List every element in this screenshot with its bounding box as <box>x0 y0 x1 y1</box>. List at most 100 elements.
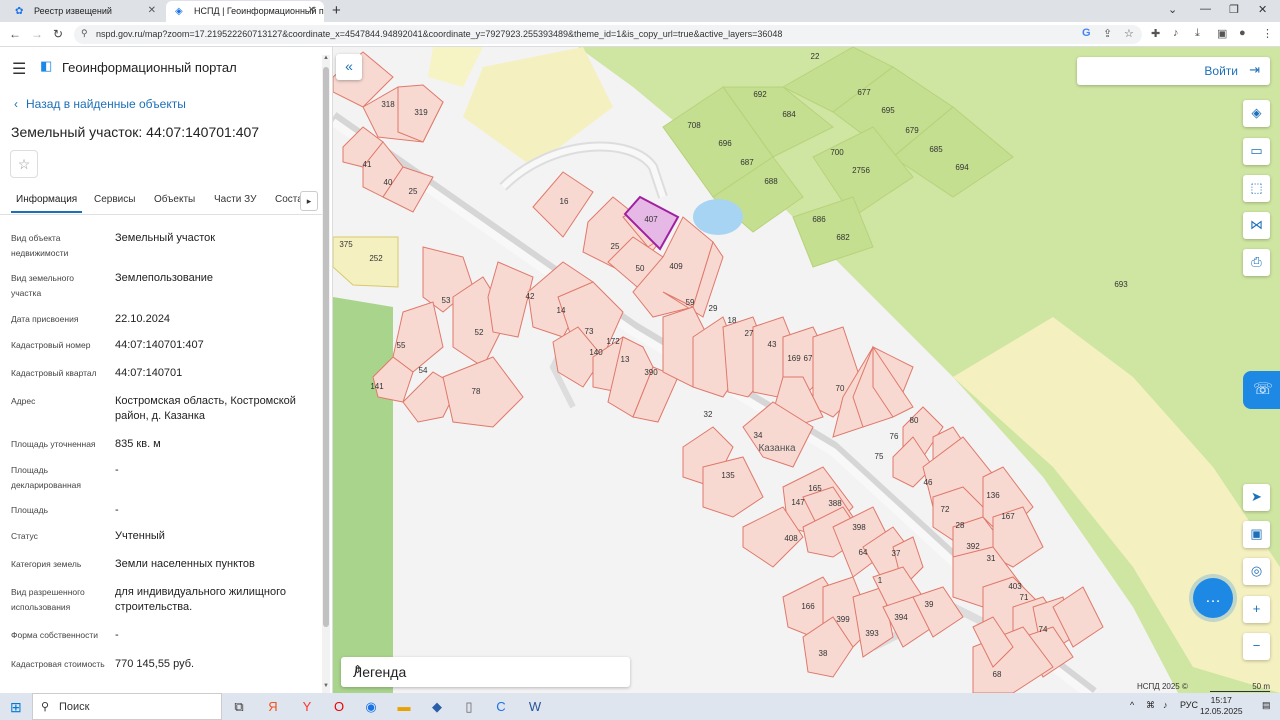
app-icon[interactable]: ◆ <box>428 698 446 716</box>
parcel-label: 692 <box>753 90 767 99</box>
media-icon[interactable]: ♪ <box>1173 27 1179 39</box>
tab-search-icon[interactable]: ⌄ <box>1168 3 1177 16</box>
tabs-next-arrow-icon[interactable]: ▸ <box>300 191 318 211</box>
google-icon[interactable]: G <box>1082 27 1091 39</box>
property-value: Земли населенных пунктов <box>115 558 255 570</box>
map-svg[interactable]: 318 319 41 40 25 16 407 25 50 409 375 252 42 14 53 52 73… <box>333 47 1280 693</box>
login-icon: ⇥ <box>1249 62 1260 77</box>
minimap-icon[interactable]: ▣ <box>1243 521 1270 548</box>
scroll-thumb[interactable] <box>323 67 329 627</box>
task-view-icon[interactable]: ⧉ <box>230 698 248 716</box>
locate-icon[interactable]: ◎ <box>1243 558 1270 585</box>
yandex-icon[interactable]: Я <box>264 698 282 716</box>
updown-chevron-icon: ⇕ <box>353 664 363 676</box>
login-button[interactable]: Войти ⇥ <box>1077 57 1270 85</box>
parcel-label: 167 <box>1001 512 1015 521</box>
back-arrow-icon[interactable]: ← <box>9 27 21 41</box>
panel-scrollbar[interactable]: ▲ ▼ <box>322 55 330 693</box>
network-icon[interactable]: ⌘ <box>1146 700 1155 711</box>
print-icon[interactable]: ⎙ <box>1243 249 1270 276</box>
close-window-icon[interactable]: ✕ <box>1258 3 1267 16</box>
collapse-panel-icon[interactable]: « <box>336 54 362 80</box>
favorite-star-icon[interactable]: ☆ <box>10 150 38 178</box>
parcel-label: 68 <box>993 670 1002 679</box>
parcel-label: 390 <box>644 368 658 377</box>
volume-icon[interactable]: ♪ <box>1163 700 1168 710</box>
property-label: Кадастровый квартал <box>11 368 97 378</box>
select-area-icon[interactable]: ⬚ <box>1243 175 1270 202</box>
info-panel: ☰ ◧ Геоинформационный портал ‹ Назад в на… <box>0 47 333 693</box>
parcel-label: 172 <box>606 337 620 346</box>
browser-icon[interactable]: ◉ <box>362 698 380 716</box>
hamburger-menu-icon[interactable]: ☰ <box>12 59 26 79</box>
browser-tab[interactable]: ✿ Реестр извещений ✕ <box>6 1 164 22</box>
tab-parts[interactable]: Части ЗУ <box>214 194 256 205</box>
sidepanel-icon[interactable]: ▣ <box>1217 27 1227 40</box>
extensions-icon[interactable]: ✚ <box>1151 27 1160 40</box>
parcel-label: 688 <box>764 177 778 186</box>
language-indicator[interactable]: РУС <box>1180 700 1198 710</box>
parcel-label: 136 <box>986 491 1000 500</box>
chat-widget-icon[interactable]: ☏ <box>1243 371 1280 409</box>
menu-dots-icon[interactable]: ⋮ <box>1262 27 1273 40</box>
file-explorer-icon[interactable]: ▬ <box>395 698 413 716</box>
parcel-label: 64 <box>859 548 868 557</box>
yandex-browser-icon[interactable]: Y <box>298 698 316 716</box>
tab-services[interactable]: Сервисы <box>94 194 135 205</box>
zoom-out-icon[interactable]: − <box>1243 633 1270 660</box>
parcel-label: 74 <box>1039 625 1048 634</box>
map-canvas[interactable]: 318 319 41 40 25 16 407 25 50 409 375 252 42 14 53 52 73… <box>333 47 1280 693</box>
tab-information[interactable]: Информация <box>11 194 83 213</box>
navigate-icon[interactable]: ➤ <box>1243 484 1270 511</box>
tab-objects[interactable]: Объекты <box>154 194 195 205</box>
bookmark-star-icon[interactable]: ☆ <box>1124 27 1134 40</box>
new-tab-icon[interactable]: + <box>332 2 341 19</box>
opera-icon[interactable]: O <box>330 698 348 716</box>
legend-selector[interactable]: Легенда ⇕ <box>341 657 630 687</box>
forward-arrow-icon[interactable]: → <box>31 27 43 41</box>
zoom-in-icon[interactable]: + <box>1243 596 1270 623</box>
browser-tab-active[interactable]: ◈ НСПД | Геоинформационный п ✕ <box>166 1 324 22</box>
taskbar-clock[interactable]: 15:17 12.05.2025 <box>1200 695 1243 717</box>
parcel-label: 67 <box>804 354 813 363</box>
tray-expand-icon[interactable]: ^ <box>1130 700 1134 710</box>
layers-icon[interactable]: ◈ <box>1243 100 1270 127</box>
parcel-label: 41 <box>363 160 372 169</box>
site-favicon-icon: ◈ <box>175 6 183 17</box>
url-input[interactable]: ⚲ nspd.gov.ru/map?zoom=17.21952226071312… <box>74 25 1142 44</box>
parcel-label: 14 <box>557 306 566 315</box>
parcel-label: 252 <box>369 254 383 263</box>
tab-close-icon[interactable]: ✕ <box>148 5 156 16</box>
parcel-label: 46 <box>924 478 933 487</box>
notepad-icon[interactable]: ▯ <box>460 698 478 716</box>
parcel-label: 392 <box>966 542 980 551</box>
parcel-label: 37 <box>892 549 901 558</box>
chrome-app-icon[interactable]: C <box>492 698 510 716</box>
reload-icon[interactable]: ↻ <box>53 27 63 41</box>
parcel-label: 398 <box>852 523 866 532</box>
parcel-label: 71 <box>1020 593 1029 602</box>
scroll-down-icon[interactable]: ▼ <box>322 683 330 689</box>
share-icon[interactable]: ⋈ <box>1243 212 1270 239</box>
address-bar: ← → ↻ ⚲ nspd.gov.ru/map?zoom=17.21952226… <box>0 22 1280 47</box>
profile-avatar-icon[interactable]: ● <box>1239 27 1246 39</box>
parcel-label: 40 <box>384 178 393 187</box>
back-link[interactable]: ‹ Назад в найденные объекты <box>14 97 186 111</box>
tab-close-icon[interactable]: ✕ <box>308 5 316 16</box>
site-info-icon[interactable]: ⚲ <box>81 28 88 39</box>
restore-icon[interactable]: ❐ <box>1229 3 1239 16</box>
windows-start-icon[interactable]: ⊞ <box>10 699 22 716</box>
download-icon[interactable]: ⤓ <box>1195 27 1200 40</box>
notifications-icon[interactable]: ▤ <box>1262 700 1271 711</box>
tab-title: НСПД | Геоинформационный п <box>194 6 324 16</box>
ruler-icon[interactable]: ▭ <box>1243 138 1270 165</box>
tab-composition[interactable]: Соста <box>275 194 303 205</box>
parcel-label: 135 <box>721 471 735 480</box>
scroll-up-icon[interactable]: ▲ <box>322 55 330 61</box>
word-icon[interactable]: W <box>526 698 544 716</box>
property-label: Адрес <box>11 396 36 406</box>
share-icon[interactable]: ⇪ <box>1103 27 1112 40</box>
chat-button-icon[interactable]: … <box>1193 578 1233 618</box>
taskbar-search-input[interactable]: ⚲ Поиск <box>32 693 222 720</box>
minimize-icon[interactable]: — <box>1200 3 1211 15</box>
